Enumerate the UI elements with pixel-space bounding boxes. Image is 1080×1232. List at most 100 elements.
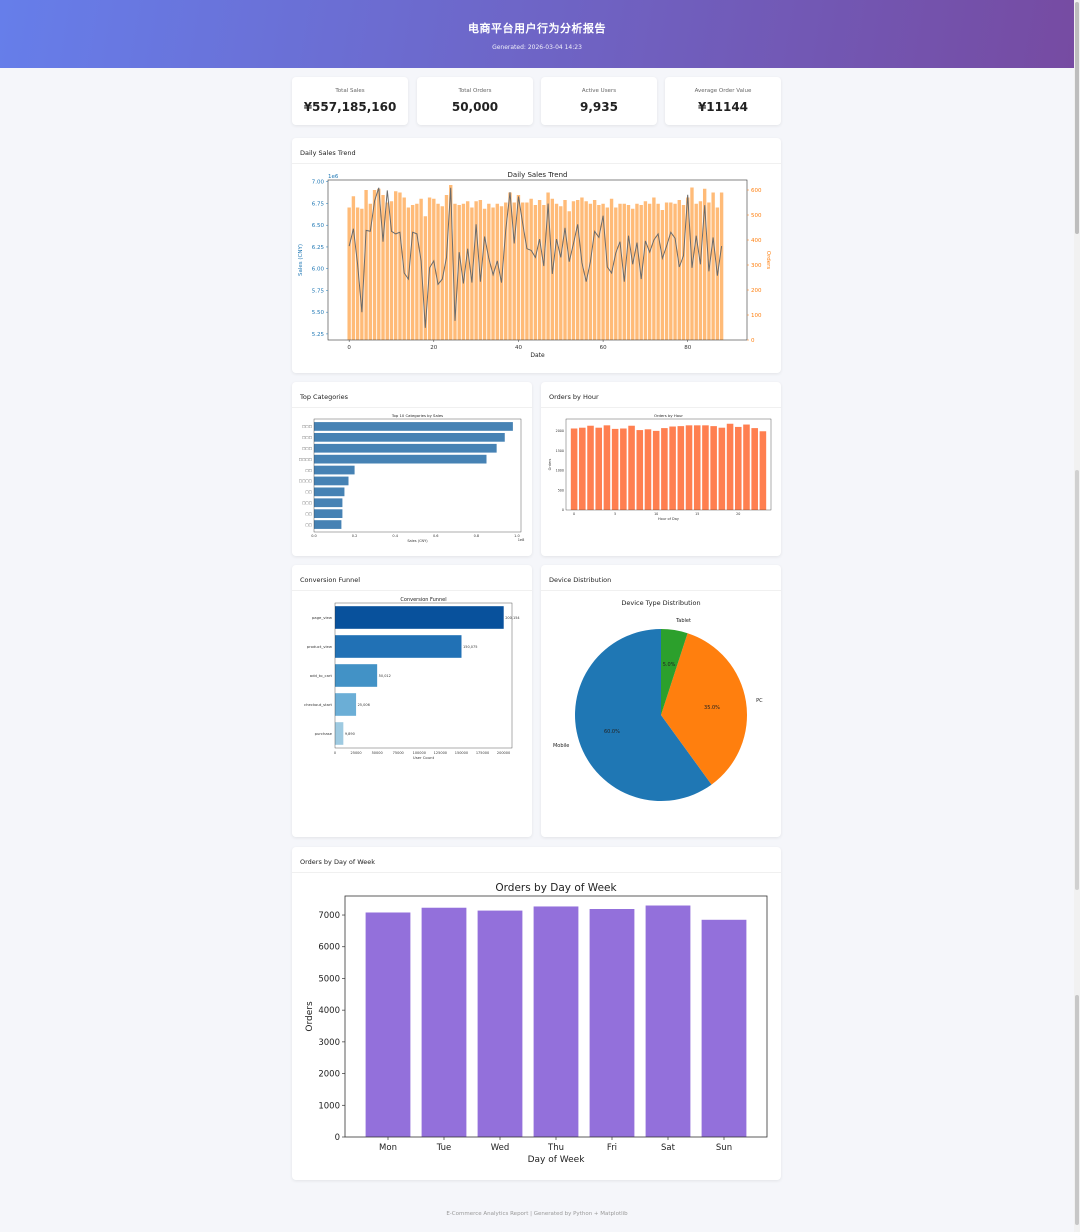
hour-bar	[677, 426, 685, 510]
orders-bar	[694, 203, 698, 340]
x-scale-note: 1e8	[518, 538, 525, 542]
hour-bar	[652, 430, 660, 510]
y-tick-label: 0	[562, 508, 564, 512]
orders-by-day-of-week-chart: Orders by Day of Week Mon Tue Wed Thu Fri Sat S…	[305, 882, 768, 1165]
y-tick-label: 5.25	[312, 332, 325, 338]
x-tick-label: 0	[334, 751, 336, 755]
orders-bar	[542, 205, 546, 340]
orders-bar	[618, 203, 622, 340]
x-tick-label: 20	[736, 512, 740, 516]
pie-category-label: Mobile	[553, 743, 569, 749]
hour-bar	[685, 425, 693, 510]
category-bar	[314, 498, 343, 508]
orders-by-hour-chart: Orders by Hour 0 500 1000 1500 2000 0 5 10 15 20 Ho…	[548, 413, 772, 521]
hour-bar	[644, 429, 652, 510]
orders-bar	[381, 195, 385, 340]
x-axis-label: Date	[530, 352, 545, 359]
orders-bar	[571, 201, 576, 340]
y2-tick-label: 100	[751, 313, 762, 319]
x-tick-label: 5	[614, 512, 616, 516]
weekday-bar	[477, 910, 523, 1137]
y-tick-label: 1000	[318, 1101, 340, 1111]
category-bar	[314, 465, 355, 475]
funnel-value-label: 9,890	[345, 732, 355, 736]
y-tick-label: 2000	[318, 1070, 340, 1080]
orders-bar	[643, 201, 648, 340]
orders-bar	[588, 203, 593, 340]
pie-percent-label: 5.0%	[663, 662, 676, 668]
weekday-bar	[533, 906, 579, 1137]
y-tick-label: 6.00	[312, 267, 325, 273]
orders-bar	[656, 203, 660, 340]
x-tick-label: 0.0	[311, 534, 317, 538]
card-orders-by-day-of-week: Orders by Day of Week Orders by Day of W…	[292, 847, 781, 1180]
orders-bar	[525, 202, 529, 340]
orders-bar	[660, 210, 665, 340]
hour-bar	[718, 427, 726, 510]
y-tick-label: 6.75	[312, 201, 325, 207]
hour-bar	[743, 424, 750, 510]
category-tick-label: □□	[305, 523, 312, 527]
orders-bar	[508, 192, 512, 340]
category-tick-label: □□	[305, 490, 312, 494]
card-top-categories: Top Categories Top 10 Categories by Sale…	[292, 382, 532, 556]
x-tick-label: 0.8	[474, 534, 480, 538]
page-scrollbar[interactable]	[1074, 0, 1080, 1232]
funnel-stage-label: product_view	[307, 644, 332, 649]
y-tick-label: 5.50	[312, 310, 325, 316]
orders-bar	[635, 203, 639, 340]
card-daily-sales-trend: Daily Sales Trend Daily Sales Trend 0 20 40…	[292, 138, 781, 373]
orders-bar	[465, 201, 470, 340]
y-tick-label: 1000	[556, 469, 564, 473]
kpi-value: 50,000	[451, 100, 499, 114]
y-axis-label: Sales (CNY)	[298, 244, 304, 276]
orders-bar	[516, 195, 521, 340]
orders-bar	[567, 211, 571, 340]
orders-bar	[487, 203, 491, 340]
weekday-bar	[589, 909, 635, 1137]
funnel-bar	[335, 693, 357, 716]
orders-bar	[626, 205, 631, 340]
y2-tick-label: 400	[751, 238, 762, 244]
weekday-bar	[701, 919, 747, 1137]
hour-bar	[702, 425, 709, 510]
orders-bar	[347, 207, 351, 340]
y-tick-label: 500	[558, 488, 564, 492]
category-tick-label: □□□	[302, 501, 312, 505]
orders-bar	[537, 200, 542, 340]
x-tick-label: 175000	[476, 751, 489, 755]
pie-category-label: Tablet	[675, 618, 691, 624]
y2-tick-label: 300	[751, 263, 762, 269]
orders-bar	[512, 202, 516, 340]
orders-bar	[584, 201, 588, 340]
chart-title: Top 10 Categories by Sales	[391, 413, 443, 418]
top-categories-chart: Top 10 Categories by Sales□□□□□□□□□□□□□□…	[299, 413, 525, 543]
orders-bar	[563, 200, 567, 340]
kpi-card-active-users: Active Users 9,935	[541, 77, 657, 125]
scrollbar-thumb[interactable]	[1075, 2, 1079, 234]
card-orders-by-hour: Orders by Hour Orders by Hour 0 500 1000 150…	[541, 382, 781, 556]
y2-tick-label: 200	[751, 288, 762, 294]
y-tick-label: 6.25	[312, 245, 325, 251]
y2-tick-label: 500	[751, 213, 762, 219]
funnel-bar	[335, 664, 378, 687]
orders-bar	[410, 205, 415, 340]
x-tick-label: Fri	[607, 1143, 617, 1153]
category-bar	[314, 520, 342, 529]
orders-bar	[559, 206, 563, 340]
funnel-bar	[335, 606, 504, 629]
kpi-card-average-order-value: Average Order Value ¥11144	[665, 77, 781, 125]
funnel-bar	[335, 635, 462, 658]
funnel-stage-label: add_to_cart	[310, 673, 333, 678]
y-scale-note: 1e6	[328, 174, 339, 180]
card-title: Orders by Day of Week	[292, 847, 781, 873]
chart-title: Daily Sales Trend	[508, 171, 568, 179]
funnel-stage-label: checkout_start	[304, 702, 332, 707]
x-tick-label: Mon	[379, 1143, 397, 1153]
hour-bar	[751, 428, 758, 510]
hour-bar	[587, 425, 594, 510]
x-tick-label: 200000	[497, 751, 510, 755]
y-tick-label: 1500	[556, 449, 564, 453]
weekday-bar	[421, 907, 467, 1137]
card-title: Orders by Hour	[541, 382, 781, 408]
